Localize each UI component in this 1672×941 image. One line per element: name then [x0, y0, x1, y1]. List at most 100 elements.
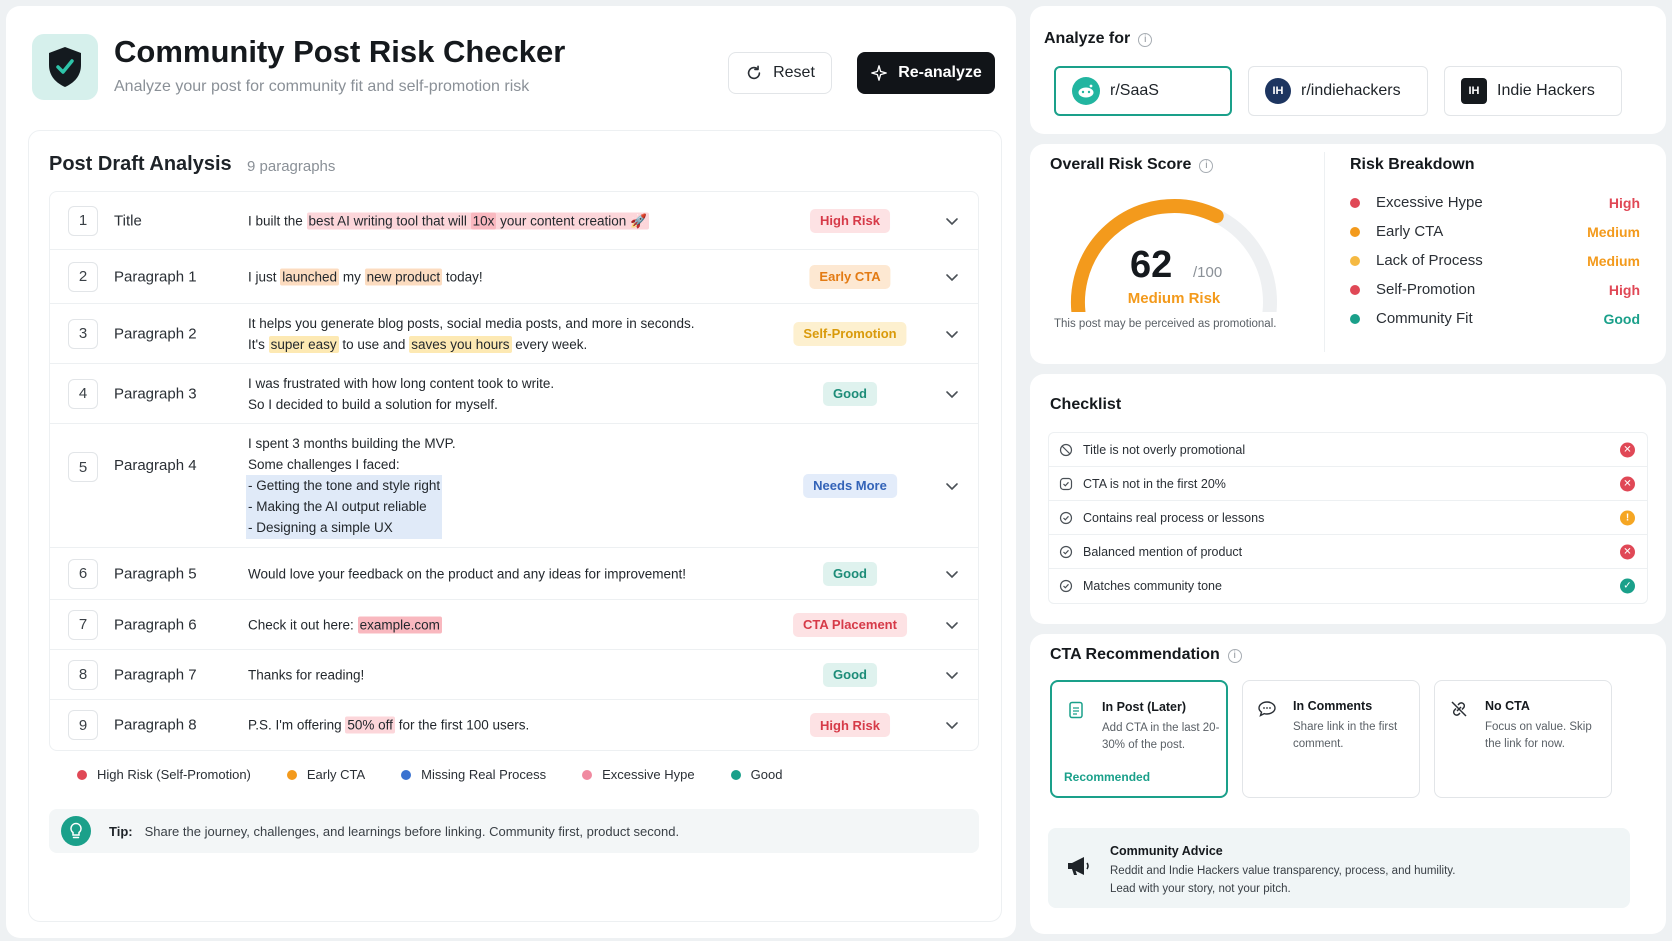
status-badge: Self-Promotion — [793, 321, 907, 346]
fail-icon: ✕ — [1620, 476, 1635, 491]
tab-r-indiehackers[interactable]: IH r/indiehackers — [1248, 66, 1428, 116]
row-text: I just launched my new product today! — [248, 268, 483, 285]
checklist-item[interactable]: Title is not overly promotional ✕ — [1049, 433, 1647, 467]
table-row[interactable]: 4 Paragraph 3 I was frustrated with how … — [50, 364, 978, 424]
tab-label: r/SaaS — [1110, 82, 1159, 99]
status-badge: Good — [823, 561, 877, 586]
breakdown-row: Excessive Hype High — [1350, 194, 1640, 211]
row-text: Check it out here: example.com — [248, 616, 442, 633]
table-row[interactable]: 7 Paragraph 6 Check it out here: example… — [50, 600, 978, 650]
row-number: 5 — [68, 452, 98, 482]
draft-title: Post Draft Analysis — [49, 153, 232, 175]
cta-option-title: In Post (Later) — [1102, 700, 1187, 714]
row-label: Title — [114, 212, 142, 229]
breakdown-row: Self-Promotion High — [1350, 281, 1640, 298]
table-row[interactable]: 3 Paragraph 2 It helps you generate blog… — [50, 304, 978, 364]
row-label: Paragraph 5 — [114, 565, 197, 582]
score-title: Overall Risk Score i — [1050, 156, 1214, 174]
cta-option-in-comments[interactable]: In Comments Share link in the first comm… — [1242, 680, 1420, 798]
checklist-item[interactable]: Matches community tone ✓ — [1049, 569, 1647, 603]
info-icon[interactable]: i — [1138, 32, 1153, 47]
tab-indie-hackers[interactable]: IH Indie Hackers — [1444, 66, 1622, 116]
row-number: 2 — [68, 261, 98, 292]
community-advice: Community Advice Reddit and Indie Hacker… — [1048, 828, 1630, 908]
chevron-down-icon[interactable] — [944, 326, 960, 342]
table-row[interactable]: 2 Paragraph 1 I just launched my new pro… — [50, 250, 978, 304]
reset-button-label: Reset — [773, 64, 815, 81]
tab-r-saas[interactable]: r/SaaS — [1054, 66, 1232, 116]
chevron-down-icon[interactable] — [944, 617, 960, 633]
post-draft-card: Post Draft Analysis 9 paragraphs 1 Title… — [28, 130, 1002, 922]
sparkle-icon — [871, 65, 888, 81]
cta-option-in-post[interactable]: In Post (Later) Add CTA in the last 20-3… — [1050, 680, 1228, 798]
row-number: 4 — [68, 378, 98, 409]
tip-banner: Tip: Share the journey, challenges, and … — [49, 809, 979, 853]
chevron-down-icon[interactable] — [944, 386, 960, 402]
chevron-down-icon[interactable] — [944, 269, 960, 285]
status-badge: Needs More — [803, 473, 897, 498]
paragraph-list: 1 Title I built the best AI writing tool… — [49, 191, 979, 751]
page-title: Community Post Risk Checker — [114, 34, 566, 69]
legend-dot — [77, 769, 87, 780]
table-row[interactable]: 1 Title I built the best AI writing tool… — [50, 192, 978, 250]
row-text: I built the best AI writing tool that wi… — [248, 212, 649, 229]
pass-icon: ✓ — [1620, 578, 1635, 594]
info-icon[interactable]: i — [1199, 158, 1214, 173]
row-label: Paragraph 6 — [114, 616, 197, 633]
tab-label: r/indiehackers — [1301, 82, 1401, 99]
info-icon[interactable]: i — [1227, 648, 1242, 663]
breakdown-title: Risk Breakdown — [1350, 156, 1475, 173]
no-link-icon — [1451, 701, 1467, 717]
table-row[interactable]: 5 Paragraph 4 I spent 3 months building … — [50, 424, 978, 548]
checklist-item[interactable]: CTA is not in the first 20% ✕ — [1049, 467, 1647, 501]
reddit-icon — [1072, 77, 1100, 105]
risk-level: Medium Risk — [1127, 290, 1221, 307]
advice-title: Community Advice — [1110, 844, 1223, 858]
risk-score-panel: Overall Risk Score i 62 /100 Medium Risk … — [1030, 144, 1666, 364]
table-row[interactable]: 9 Paragraph 8 P.S. I'm offering 50% off … — [50, 700, 978, 750]
status-badge: Good — [823, 381, 877, 406]
row-number: 7 — [68, 609, 98, 640]
chevron-down-icon[interactable] — [944, 213, 960, 229]
row-text: I spent 3 months building the MVP. Some … — [246, 433, 456, 539]
checklist: Title is not overly promotional ✕ CTA is… — [1048, 432, 1648, 604]
cta-option-no-cta[interactable]: No CTA Focus on value. Skip the link for… — [1434, 680, 1612, 798]
reanalyze-button[interactable]: Re-analyze — [857, 52, 995, 94]
row-label: Paragraph 7 — [114, 666, 197, 683]
shield-logo-icon — [32, 34, 98, 100]
post-analysis-panel: Community Post Risk Checker Analyze your… — [6, 6, 1016, 938]
cta-option-desc: Add CTA in the last 20-30% of the post. — [1102, 722, 1220, 751]
legend-dot — [582, 769, 593, 780]
row-number: 1 — [68, 205, 98, 236]
reset-button[interactable]: Reset — [728, 52, 832, 94]
fail-icon: ✕ — [1620, 544, 1635, 559]
check-circle-icon — [1059, 579, 1073, 593]
chevron-down-icon[interactable] — [944, 478, 960, 494]
row-text: It helps you generate blog posts, social… — [248, 315, 695, 353]
legend-dot — [286, 769, 297, 780]
tip-text: Share the journey, challenges, and learn… — [144, 823, 680, 839]
checklist-panel: Checklist Title is not overly promotiona… — [1030, 374, 1666, 624]
row-label: Paragraph 3 — [114, 385, 197, 402]
legend-item: Early CTA — [286, 767, 365, 782]
check-circle-icon — [1059, 545, 1073, 558]
row-text: I was frustrated with how long content t… — [248, 375, 555, 412]
score-note: This post may be perceived as promotiona… — [1054, 318, 1277, 330]
tab-label: Indie Hackers — [1497, 82, 1595, 99]
chevron-down-icon[interactable] — [944, 566, 960, 582]
chevron-down-icon[interactable] — [944, 667, 960, 683]
cta-option-desc: Focus on value. Skip the link for now. — [1485, 721, 1592, 750]
checklist-item[interactable]: Contains real process or lessons ! — [1049, 501, 1647, 535]
check-circle-icon — [1059, 511, 1073, 524]
indie-hackers-logo-icon: IH — [1461, 78, 1487, 104]
row-label: Paragraph 1 — [114, 268, 197, 285]
no-megaphone-icon — [1059, 443, 1073, 456]
megaphone-icon — [1068, 857, 1089, 875]
status-badge: High Risk — [810, 713, 890, 737]
status-badge: High Risk — [810, 208, 890, 233]
checklist-item[interactable]: Balanced mention of product ✕ — [1049, 535, 1647, 569]
chevron-down-icon[interactable] — [944, 717, 960, 733]
table-row[interactable]: 8 Paragraph 7 Thanks for reading! Good — [50, 650, 978, 700]
table-row[interactable]: 6 Paragraph 5 Would love your feedback o… — [50, 548, 978, 600]
document-icon — [1069, 701, 1083, 719]
